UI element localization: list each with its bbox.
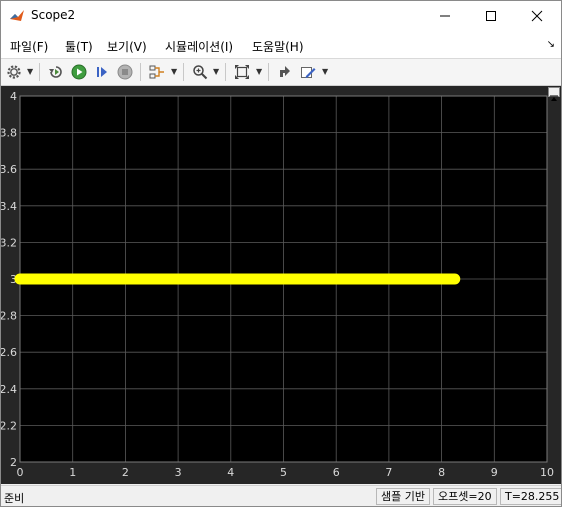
status-time: T=28.255 [500,488,561,505]
maximize-icon [486,11,496,21]
x-tick-label: 3 [175,466,182,479]
status-bar: 준비 샘플 기반 오프셋=20 T=28.255 [1,485,561,506]
status-sample-based: 샘플 기반 [376,488,430,505]
menu-tools[interactable]: 툴(T) [65,38,93,55]
x-tick-label: 6 [333,466,340,479]
run-button[interactable] [68,61,90,83]
edit-style-dropdown-icon[interactable]: ▼ [322,67,328,76]
scope-axes[interactable]: 0 1 2 3 4 5 6 7 8 9 1022.22.42.62.833.23.43.63.84 [1,86,561,484]
status-offset: 오프셋=20 [433,488,497,505]
toolbar-separator [140,63,141,81]
y-tick-label: 2.2 [1,419,17,432]
x-tick-label: 0 [17,466,24,479]
maximize-button[interactable] [468,1,514,31]
x-tick-label: 4 [227,466,234,479]
x-tick-label: 7 [385,466,392,479]
menu-file[interactable]: 파일(F) [10,38,48,55]
edit-style-icon [301,67,316,78]
x-tick-label: 10 [540,466,554,479]
step-back-icon [49,66,62,78]
y-tick-label: 2.4 [1,383,17,396]
zoom-button[interactable] [189,61,211,83]
x-tick-label: 5 [280,466,287,479]
toolbar: ▼ ▼ ▼ ▼ ▼ [1,59,561,86]
settings-dropdown-icon[interactable]: ▼ [27,67,33,76]
autoscale-icon [235,65,249,79]
status-ready: 준비 [4,492,25,505]
close-button[interactable] [514,1,560,31]
step-back-button[interactable] [45,61,67,83]
x-tick-label: 8 [438,466,445,479]
signal-select-button[interactable] [146,61,168,83]
y-tick-label: 2 [10,456,17,469]
y-tick-label: 3.6 [1,163,17,176]
x-tick-label: 9 [491,466,498,479]
autoscale-dropdown-icon[interactable]: ▼ [256,67,262,76]
minimize-icon [440,15,450,17]
y-tick-label: 4 [10,90,17,103]
minimize-button[interactable] [422,1,468,31]
step-forward-icon [97,67,107,77]
zoom-dropdown-icon[interactable]: ▼ [213,67,219,76]
zoom-icon [193,65,208,80]
menu-bar: 파일(F) 툴(T) 보기(V) 시뮬레이션(I) 도움말(H) ↘ [1,31,561,59]
close-icon [531,10,543,22]
y-tick-label: 3.8 [1,127,17,140]
menu-view[interactable]: 보기(V) [107,38,147,55]
menu-simulation[interactable]: 시뮬레이션(I) [165,38,233,55]
undock-panel-button[interactable] [548,87,560,101]
expand-arrow-icon [550,95,558,101]
stop-icon [117,64,133,80]
settings-button[interactable] [3,61,25,83]
x-tick-label: 1 [69,466,76,479]
matlab-app-icon [9,8,25,24]
title-bar: Scope2 [1,1,561,31]
window-title: Scope2 [31,8,76,22]
signal-select-dropdown-icon[interactable]: ▼ [171,67,177,76]
toolbar-separator [225,63,226,81]
menu-help[interactable]: 도움말(H) [252,38,304,55]
y-tick-label: 3.4 [1,200,17,213]
x-tick-label: 2 [122,466,129,479]
scope-display[interactable]: 0 1 2 3 4 5 6 7 8 9 10 2 2.2 2.4 2.6 2.8 3 3.2 3.4 3.6 3.8 4 [1,86,561,484]
stop-button[interactable] [114,61,136,83]
toolbar-separator [268,63,269,81]
menubar-dock-arrow-icon[interactable]: ↘ [547,39,555,50]
highlight-block-button[interactable] [274,61,296,83]
y-tick-label: 3.2 [1,236,17,249]
toolbar-separator [183,63,184,81]
step-forward-button[interactable] [91,61,113,83]
scope-window: Scope2 파일(F) 툴(T) 보기(V) 시뮬레이션(I) 도움말(H) … [0,0,562,507]
y-tick-label: 2.6 [1,346,17,359]
highlight-simulink-block-icon [280,66,290,77]
y-tick-label: 2.8 [1,310,17,323]
signal-select-icon [149,65,164,79]
edit-style-button[interactable] [297,61,319,83]
toolbar-separator [39,63,40,81]
run-icon [71,64,87,80]
autoscale-button[interactable] [231,61,253,83]
settings-gear-icon [7,65,21,79]
